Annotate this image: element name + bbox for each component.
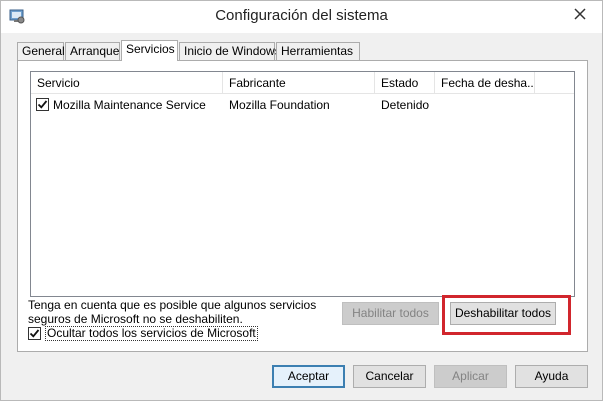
checkmark-icon bbox=[37, 100, 48, 109]
system-config-window: Configuración del sistema General Arranq… bbox=[0, 0, 603, 401]
help-button[interactable]: Ayuda bbox=[515, 365, 588, 388]
table-row[interactable]: Mozilla Maintenance Service Mozilla Foun… bbox=[31, 96, 574, 114]
window-title: Configuración del sistema bbox=[215, 7, 388, 24]
title-bar: Configuración del sistema bbox=[1, 1, 602, 33]
list-header: Servicio Fabricante Estado Fecha de desh… bbox=[31, 72, 574, 94]
tab-herramientas[interactable]: Herramientas bbox=[276, 42, 360, 60]
services-panel: Servicio Fabricante Estado Fecha de desh… bbox=[17, 60, 588, 352]
service-status: Detenido bbox=[381, 98, 430, 112]
checkmark-icon bbox=[29, 329, 40, 338]
disable-all-button[interactable]: Deshabilitar todos bbox=[450, 302, 556, 325]
services-list[interactable]: Servicio Fabricante Estado Fecha de desh… bbox=[30, 71, 575, 297]
column-header-fabricante[interactable]: Fabricante bbox=[223, 72, 375, 94]
column-header-fecha[interactable]: Fecha de desha... bbox=[435, 72, 535, 94]
enable-all-button[interactable]: Habilitar todos bbox=[342, 302, 439, 325]
apply-button[interactable]: Aplicar bbox=[434, 365, 507, 388]
tab-general[interactable]: General bbox=[17, 42, 65, 60]
cancel-button[interactable]: Cancelar bbox=[353, 365, 426, 388]
hide-ms-label[interactable]: Ocultar todos los servicios de Microsoft bbox=[45, 326, 258, 341]
close-icon bbox=[574, 8, 586, 20]
tab-arranque[interactable]: Arranque bbox=[65, 42, 120, 60]
service-manufacturer: Mozilla Foundation bbox=[229, 98, 330, 112]
ok-button[interactable]: Aceptar bbox=[272, 365, 345, 388]
row-checkbox[interactable] bbox=[36, 98, 49, 111]
tab-inicio-windows[interactable]: Inicio de Windows bbox=[179, 42, 281, 60]
hide-ms-checkbox[interactable] bbox=[28, 327, 41, 340]
close-button[interactable] bbox=[568, 4, 592, 24]
service-name: Mozilla Maintenance Service bbox=[53, 98, 206, 112]
column-header-estado[interactable]: Estado bbox=[375, 72, 435, 94]
tab-servicios[interactable]: Servicios bbox=[121, 40, 178, 61]
microsoft-services-note: Tenga en cuenta que es posible que algun… bbox=[28, 298, 317, 326]
column-header-servicio[interactable]: Servicio bbox=[31, 72, 223, 94]
